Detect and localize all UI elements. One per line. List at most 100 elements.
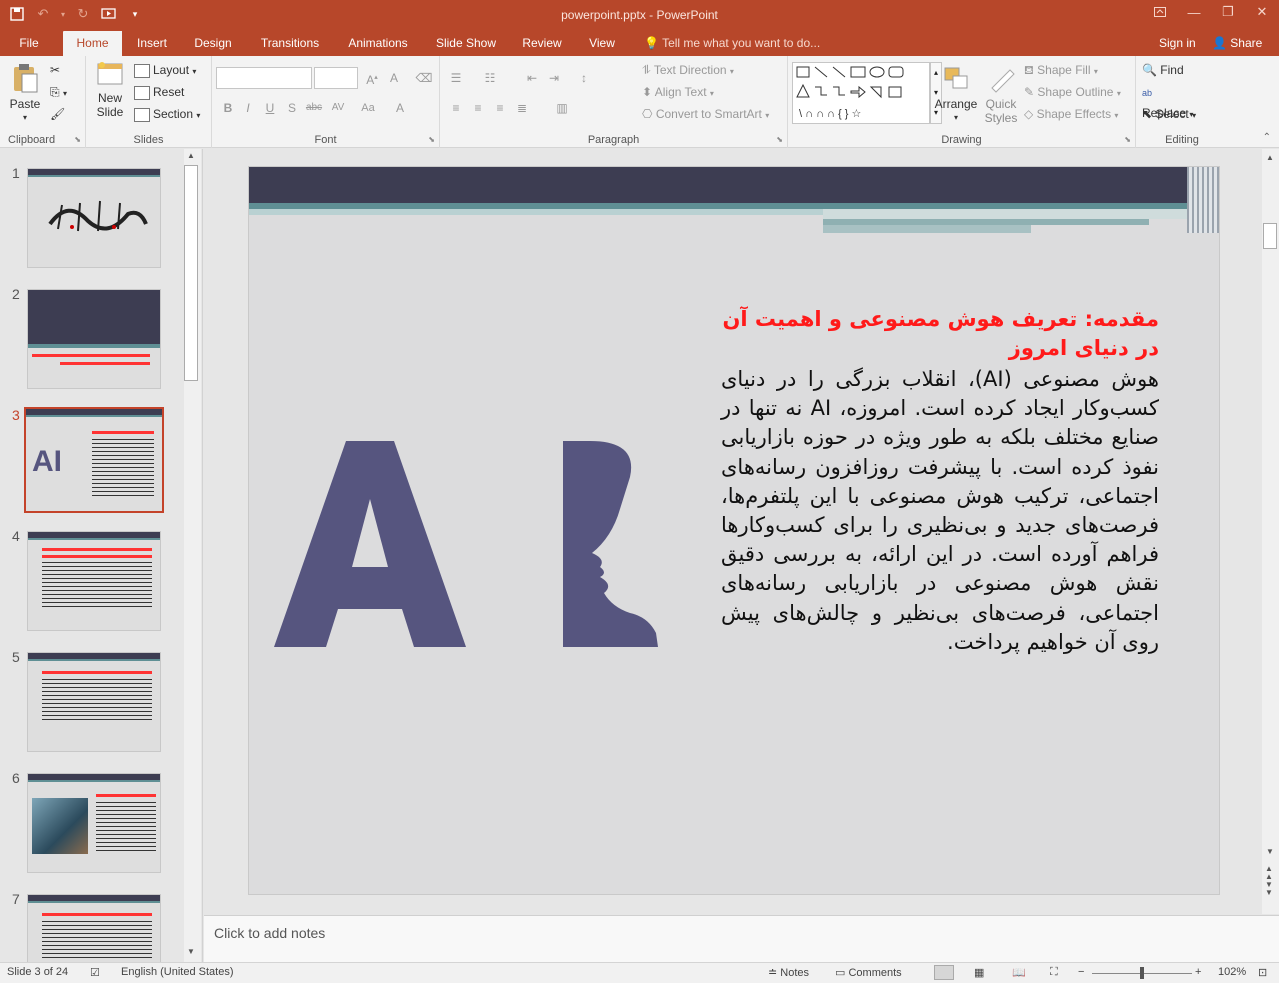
- tab-review[interactable]: Review: [518, 31, 566, 56]
- font-name-combo[interactable]: [216, 67, 312, 89]
- sign-in-link[interactable]: Sign in: [1159, 31, 1196, 56]
- zoom-in-icon[interactable]: +: [1195, 966, 1201, 978]
- layout-button[interactable]: Layout ▾: [134, 60, 196, 80]
- align-text-label: Align Text: [654, 85, 707, 99]
- slide-show-icon[interactable]: ⛶: [1050, 966, 1058, 979]
- center-icon[interactable]: ≡: [468, 98, 488, 118]
- collapse-ribbon-icon[interactable]: ⌃: [1263, 132, 1271, 143]
- comments-button[interactable]: ▭ Comments: [835, 966, 902, 979]
- align-text-button[interactable]: ⬍ Align Text ▾: [642, 82, 714, 102]
- language-indicator[interactable]: English (United States): [121, 966, 234, 978]
- slide-thumbnail-1[interactable]: [27, 168, 161, 268]
- slide-thumbnail-6[interactable]: [27, 773, 161, 873]
- slide-body-text[interactable]: هوش مصنوعی (AI)، انقلاب بزرگی را در دنیا…: [721, 365, 1159, 657]
- slide-title[interactable]: مقدمه: تعریف هوش مصنوعی و اهمیت آن در دن…: [721, 305, 1160, 363]
- align-right-icon[interactable]: ≡: [490, 98, 510, 118]
- scroll-down-icon[interactable]: ▼: [187, 947, 195, 956]
- tab-insert[interactable]: Insert: [130, 31, 174, 56]
- zoom-level[interactable]: 102%: [1218, 966, 1246, 978]
- new-slide-button[interactable]: New Slide: [90, 60, 130, 119]
- share-button[interactable]: 👤 Share: [1212, 31, 1262, 56]
- slide-scrollbar[interactable]: ▲ ▼ ▲ ▲ ▼ ▼: [1262, 149, 1279, 914]
- font-color-icon[interactable]: A: [390, 98, 410, 118]
- change-case-icon[interactable]: Aa: [358, 98, 378, 118]
- shape-fill-button[interactable]: ⛾ Shape Fill ▾: [1024, 60, 1098, 80]
- previous-slide-icon[interactable]: ▲ ▲: [1265, 865, 1273, 881]
- convert-smartart-button[interactable]: ⎔ Convert to SmartArt ▾: [642, 104, 769, 124]
- paste-button[interactable]: Paste ▾: [6, 62, 44, 125]
- drawing-dialog-launcher-icon[interactable]: ⬊: [1124, 135, 1131, 144]
- slide-thumbnail-2[interactable]: [27, 289, 161, 389]
- shadow-icon[interactable]: S: [282, 98, 302, 118]
- format-painter-button[interactable]: 🖌: [50, 104, 65, 124]
- replace-button[interactable]: ab Replace ▾: [1142, 82, 1193, 120]
- zoom-slider-thumb[interactable]: [1140, 967, 1144, 979]
- line-spacing-icon[interactable]: ↕: [574, 68, 594, 88]
- tab-transitions[interactable]: Transitions: [254, 31, 326, 56]
- slide-thumbnail-4[interactable]: [27, 531, 161, 631]
- shapes-gallery[interactable]: \ ∩ ∩ ∩ { } ☆: [792, 62, 930, 124]
- paragraph-dialog-launcher-icon[interactable]: ⬊: [776, 135, 783, 144]
- slide-sorter-icon[interactable]: ▦: [974, 966, 984, 979]
- scroll-up-icon[interactable]: ▲: [187, 151, 195, 160]
- shape-effects-button[interactable]: ◇ Shape Effects ▾: [1024, 104, 1118, 124]
- normal-view-icon[interactable]: [934, 965, 954, 980]
- restore-icon[interactable]: ❐: [1211, 0, 1245, 24]
- bullets-icon[interactable]: ☰: [446, 68, 466, 88]
- notes-button[interactable]: ≐ Notes: [768, 966, 809, 979]
- decrease-indent-icon[interactable]: ⇤: [522, 68, 542, 88]
- close-icon[interactable]: ✕: [1245, 0, 1279, 24]
- thumbnail-scrollbar[interactable]: ▲ ▼: [184, 149, 201, 962]
- ribbon-display-options-icon[interactable]: [1143, 0, 1177, 24]
- cursor-icon: ⬉: [1142, 107, 1153, 121]
- underline-icon[interactable]: U: [260, 98, 280, 118]
- reset-button[interactable]: Reset: [134, 82, 184, 102]
- tab-file[interactable]: File: [8, 31, 50, 56]
- clear-formatting-icon[interactable]: ⌫: [414, 68, 434, 88]
- slide-scroll-thumb[interactable]: [1263, 223, 1277, 249]
- increase-indent-icon[interactable]: ⇥: [544, 68, 564, 88]
- cut-button[interactable]: ✂: [50, 60, 60, 80]
- font-size-combo[interactable]: [314, 67, 358, 89]
- find-button[interactable]: 🔍 Find: [1142, 60, 1184, 80]
- align-left-icon[interactable]: ≡: [446, 98, 466, 118]
- font-dialog-launcher-icon[interactable]: ⬊: [428, 135, 435, 144]
- tab-home[interactable]: Home: [63, 31, 122, 56]
- quick-styles-button[interactable]: Quick Styles: [982, 64, 1020, 125]
- tab-slide-show[interactable]: Slide Show: [432, 31, 500, 56]
- slide-thumbnail-5[interactable]: [27, 652, 161, 752]
- bold-icon[interactable]: B: [218, 98, 238, 118]
- scroll-up-icon[interactable]: ▲: [1266, 153, 1274, 162]
- thumbnail-scroll-thumb[interactable]: [184, 165, 198, 381]
- text-direction-button[interactable]: ⥮ Text Direction ▾: [642, 60, 734, 80]
- tab-view[interactable]: View: [584, 31, 620, 56]
- slide-thumbnail-7[interactable]: [27, 894, 161, 962]
- select-button[interactable]: ⬉ Select ▾: [1142, 104, 1196, 124]
- section-button[interactable]: Section ▾: [134, 104, 200, 124]
- next-slide-icon[interactable]: ▼ ▼: [1265, 881, 1273, 897]
- tell-me-box[interactable]: 💡 Tell me what you want to do...: [644, 31, 820, 56]
- columns-icon[interactable]: ▥: [552, 98, 572, 118]
- character-spacing-icon[interactable]: AV: [328, 98, 348, 118]
- italic-icon[interactable]: I: [238, 98, 258, 118]
- numbering-icon[interactable]: ☷: [480, 68, 500, 88]
- fit-to-window-icon[interactable]: ⊡: [1258, 966, 1267, 979]
- minimize-icon[interactable]: —: [1177, 0, 1211, 24]
- spelling-check-icon[interactable]: ☑: [90, 966, 100, 979]
- tab-design[interactable]: Design: [188, 31, 238, 56]
- current-slide[interactable]: مقدمه: تعریف هوش مصنوعی و اهمیت آن در دن…: [248, 166, 1220, 895]
- decrease-font-size-icon[interactable]: A: [384, 68, 404, 88]
- slide-thumbnail-3[interactable]: AI: [24, 407, 164, 513]
- notes-pane[interactable]: Click to add notes: [204, 915, 1279, 962]
- copy-button[interactable]: ⎘ ▾: [50, 82, 67, 102]
- increase-font-size-icon[interactable]: A▴: [362, 68, 382, 88]
- strikethrough-icon[interactable]: abc: [304, 98, 324, 118]
- shape-outline-button[interactable]: ✎ Shape Outline ▾: [1024, 82, 1121, 102]
- justify-icon[interactable]: ≣: [512, 98, 532, 118]
- scroll-down-icon[interactable]: ▼: [1266, 847, 1274, 856]
- tab-animations[interactable]: Animations: [342, 31, 414, 56]
- arrange-button[interactable]: Arrange ▾: [932, 64, 980, 125]
- dialog-launcher-icon[interactable]: ⬊: [74, 135, 81, 144]
- zoom-out-icon[interactable]: −: [1078, 966, 1084, 978]
- reading-view-icon[interactable]: 📖: [1012, 966, 1026, 979]
